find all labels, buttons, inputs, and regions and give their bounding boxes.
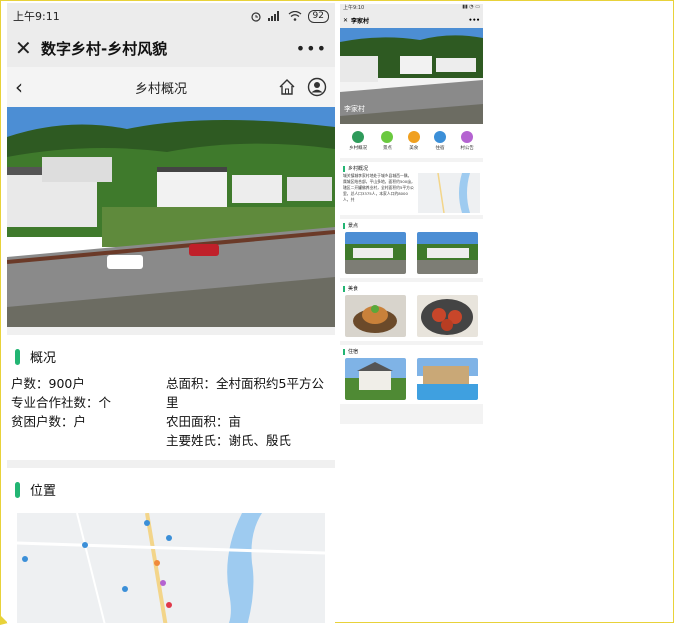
preview-phone-screen: 上午9:10 ▮▮ ◔ ▭ ✕ 李家村 ••• 李家村 乡村概况 景点 美食 住…: [340, 4, 483, 424]
signal-icon: [267, 11, 279, 21]
section-accent-bar: [15, 481, 20, 498]
preview-hero-label: 李家村: [344, 105, 365, 113]
lodging-icon: [434, 131, 447, 143]
scenic-icon: [381, 131, 394, 143]
preview-status-icons: ▮▮ ◔ ▭: [462, 4, 480, 10]
farmland-area-text: 农田面积：亩: [166, 414, 242, 429]
preview-hero-image: 李家村: [340, 28, 483, 124]
lodging-image[interactable]: [417, 358, 478, 400]
battery-icon: 92: [307, 9, 329, 23]
preview-status-bar: 上午9:10 ▮▮ ◔ ▭: [340, 4, 483, 13]
wifi-icon: [288, 11, 301, 21]
scenic-image[interactable]: [345, 232, 406, 274]
food-image[interactable]: [417, 295, 478, 337]
status-bar: 上午9:11 92: [7, 3, 335, 29]
food-icon: [407, 131, 420, 143]
nav-title: 乡村概况: [134, 81, 187, 97]
poor-households-text: 贫困户数：户: [11, 414, 87, 429]
preview-scenic-card: 景点: [340, 219, 483, 278]
alarm-icon: [250, 12, 261, 22]
preview-lodging-card: 住宿: [340, 345, 483, 404]
nav-bar: ‹ 乡村概况: [7, 67, 335, 107]
cooperatives-text: 专业合作社数：个: [11, 395, 112, 410]
lodging-image[interactable]: [345, 358, 406, 400]
notice-icon: [461, 131, 474, 143]
preview-overview-heading: 乡村概况: [348, 166, 369, 172]
preview-food-heading: 美食: [348, 286, 359, 292]
main-phone-screen: 上午9:11 92 ✕ 数字乡村-乡村风貌 ••• ‹ 乡村概况 概况 户数：9…: [7, 3, 335, 623]
preview-close-icon[interactable]: ✕: [343, 17, 351, 24]
section-accent-bar: [15, 348, 20, 365]
surnames-text: 主要姓氏：谢氏、殷氏: [166, 433, 292, 448]
status-time: 上午9:11: [13, 10, 60, 23]
back-icon[interactable]: ‹: [15, 75, 45, 99]
location-heading: 位置: [30, 484, 57, 499]
preview-status-time: 上午9:10: [343, 5, 365, 11]
food-image[interactable]: [345, 295, 406, 337]
village-hero-image: [7, 107, 335, 327]
user-icon[interactable]: [307, 77, 327, 97]
preview-overview-card: 乡村概况 城关镇城李家村地处于城乡县城西一隅，属城区结合部，平山多地，面积约50…: [340, 162, 483, 215]
category-overview[interactable]: 乡村概况: [349, 131, 367, 151]
window-title-bar: ✕ 数字乡村-乡村风貌 •••: [7, 29, 335, 67]
preview-overview-text: 城关镇城李家村地处于城乡县城西一隅，属城区结合部，平山多地，面积约500亩，辖区…: [343, 173, 415, 202]
location-section-header: 位置: [7, 468, 335, 507]
scenic-image[interactable]: [417, 232, 478, 274]
close-icon[interactable]: ✕: [15, 36, 37, 60]
overview-icon: [352, 131, 365, 143]
window-title: 数字乡村-乡村风貌: [41, 39, 168, 58]
preview-overview-map[interactable]: [418, 173, 480, 213]
preview-title-bar: ✕ 李家村 •••: [340, 13, 483, 28]
preview-lodging-heading: 住宿: [348, 349, 359, 355]
category-scenic[interactable]: 景点: [381, 131, 394, 151]
preview-category-row: 乡村概况 景点 美食 住宿 村公告: [340, 124, 483, 158]
overview-grid: 户数：900户 专业合作社数：个 贫困户数：户 总面积：全村面积约5平方公里 农…: [7, 374, 335, 450]
overview-section-header: 概况: [7, 335, 335, 374]
location-map[interactable]: [17, 513, 325, 623]
preview-more-icon[interactable]: •••: [468, 17, 480, 24]
preview-scenic-heading: 景点: [348, 223, 359, 229]
more-icon[interactable]: •••: [296, 39, 327, 58]
total-area-text: 总面积：全村面积约5平方公里: [166, 376, 324, 410]
category-lodging[interactable]: 住宿: [434, 131, 447, 151]
households-text: 户数：900户: [11, 376, 85, 391]
preview-food-card: 美食: [340, 282, 483, 341]
category-notice[interactable]: 村公告: [460, 131, 474, 151]
category-food[interactable]: 美食: [407, 131, 420, 151]
overview-heading: 概况: [30, 351, 57, 366]
preview-window-title: 李家村: [351, 18, 370, 25]
home-icon[interactable]: [277, 77, 297, 97]
